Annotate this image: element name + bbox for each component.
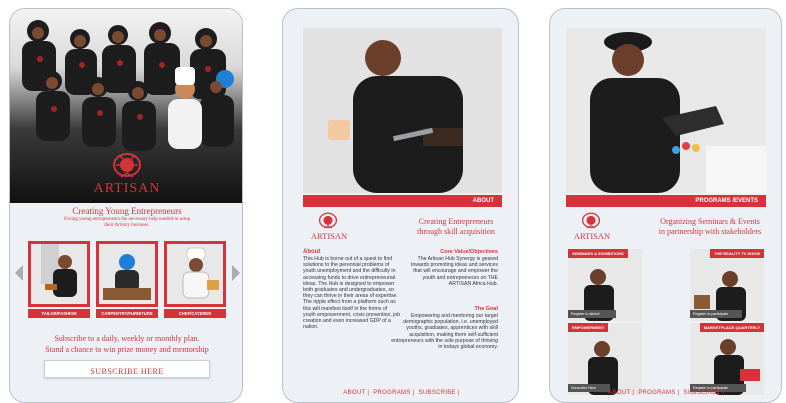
programs-screen: PROGRAMS /EVENTS ARTISAN Organizing Semi… xyxy=(549,8,782,403)
event-tag-seminars: SEMINARS & EXHIBITIONS xyxy=(568,249,628,258)
event-cta-seminars[interactable]: Register to attend xyxy=(568,310,616,318)
event-card-seminars[interactable]: SEMINARS & EXHIBITIONS Register to atten… xyxy=(568,249,642,321)
programs-hero-photo xyxy=(566,28,766,193)
artisan-logo-icon xyxy=(581,212,601,229)
event-card-reality-tv[interactable]: THE REALITY TV SHOW Register to particip… xyxy=(690,249,764,321)
group-hero-photo: ARTISAN xyxy=(10,9,242,203)
programs-headline-2: in partnership with stakeholders xyxy=(658,227,762,236)
category-label-chef[interactable]: CHEF/CATERER xyxy=(164,309,226,318)
nav-subscribe-link[interactable]: SUBSCRIBE xyxy=(418,390,455,396)
nav-about-link[interactable]: ABOUT xyxy=(343,390,365,396)
core-title: Core Value/Objectives xyxy=(440,249,498,255)
bottom-nav: ABOUT | PROGRAMS | SUBSCRIBE | xyxy=(343,390,460,396)
nav-subscribe-link[interactable]: SUBSCRIBE xyxy=(683,390,720,396)
about-headline-1: Creating Entrepreneurs xyxy=(418,217,494,226)
subscribe-text-2: Stand a chance to win prize money and me… xyxy=(45,345,209,354)
category-label-carpentry[interactable]: CARPENTRY/FURNITURE xyxy=(96,309,158,318)
tailor-working-illustration xyxy=(303,28,502,193)
category-card-chef[interactable] xyxy=(164,241,226,307)
event-tag-reality-tv: THE REALITY TV SHOW xyxy=(710,249,764,258)
programs-headline-1: Organizing Seminars & Events xyxy=(660,217,760,226)
about-section-bar: ABOUT xyxy=(303,195,502,207)
subscribe-button-label: SUBSCRIBE HERE xyxy=(90,367,164,376)
about-hero-photo xyxy=(303,28,502,193)
nav-programs-link[interactable]: PROGRAMS xyxy=(373,390,410,396)
logo-wordmark: ARTISAN xyxy=(573,231,611,241)
category-card-tailor[interactable] xyxy=(28,241,90,307)
logo-wordmark: ARTISAN xyxy=(93,181,161,196)
goal-text: Empowering and mentoring our target demo… xyxy=(391,313,498,351)
artisan-logo-icon xyxy=(113,153,141,178)
event-card-empowerment[interactable]: EMPOWERMENT Subscribe Here xyxy=(568,323,642,395)
logo-wordmark: ARTISAN xyxy=(310,231,348,241)
bottom-nav: ABOUT | PROGRAMS | SUBSCRIBE | xyxy=(608,390,725,396)
subscribe-button[interactable]: SUBSCRIBE HERE xyxy=(44,360,210,378)
home-subline: Giving young entrepreneurs the necessary… xyxy=(63,217,191,228)
category-label-tailor[interactable]: TAILOR/FASHION xyxy=(28,309,90,318)
nav-programs-link[interactable]: PROGRAMS xyxy=(638,390,675,396)
about-headline-2: through skill acquisition xyxy=(417,227,495,236)
nav-about-link[interactable]: ABOUT xyxy=(608,390,630,396)
artisan-logo-icon xyxy=(318,212,338,229)
shoemaker-illustration xyxy=(566,28,766,193)
core-text: The Artisan Hub Synergy is geared toward… xyxy=(410,256,498,287)
about-screen: ABOUT ARTISAN Creating Entrepreneurs thr… xyxy=(282,8,519,403)
event-tag-empowerment: EMPOWERMENT xyxy=(568,323,609,332)
chef-photo xyxy=(167,244,223,304)
home-headline: Creating Young Entrepreneurs xyxy=(72,206,182,216)
event-card-marketplace[interactable]: MARKETPLACE QUARTERLY Register to partic… xyxy=(690,323,764,395)
goal-title: The Goal xyxy=(474,306,498,312)
chevron-right-icon[interactable] xyxy=(232,265,240,281)
category-card-carpentry[interactable] xyxy=(96,241,158,307)
category-carousel: TAILOR/FASHION CARPENTRY/FURNITURE CHEF/… xyxy=(10,241,242,321)
chevron-left-icon[interactable] xyxy=(15,265,23,281)
subscribe-text-1: Subscribe to a daily, weekly or monthly … xyxy=(54,334,200,343)
carpentry-photo xyxy=(99,244,155,304)
event-cta-reality-tv[interactable]: Register to participate xyxy=(690,310,742,318)
about-title: About xyxy=(303,249,321,255)
event-tag-marketplace: MARKETPLACE QUARTERLY xyxy=(699,323,764,332)
programs-section-bar: PROGRAMS /EVENTS xyxy=(566,195,766,207)
home-screen: ARTISAN Creating Young Entrepreneurs Giv… xyxy=(9,8,243,403)
tailor-photo xyxy=(31,244,87,304)
